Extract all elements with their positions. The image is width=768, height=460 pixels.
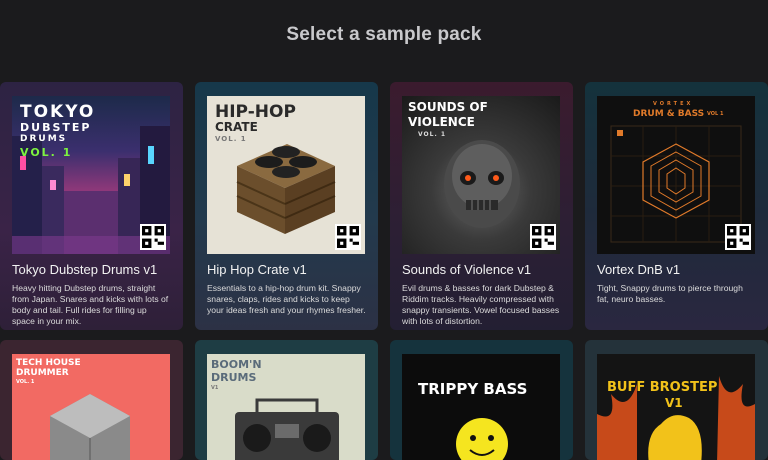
cover-art-boomn-drums: BOOM'N DRUMS V1 xyxy=(207,354,365,460)
smiley-face-illustration xyxy=(456,418,508,460)
cover-line: DRUMS xyxy=(20,134,68,144)
geometric-cube-illustration xyxy=(50,394,130,460)
cover-art-vortex-dnb: VORTEX DRUM & BASS VOL 1 xyxy=(597,96,755,254)
cover-art-tokyo: TOKYO DUBSTEP DRUMS VOL. 1 xyxy=(12,96,170,254)
cover-art-buff-brostep: BUFF BROSTEP V1 xyxy=(597,354,755,460)
cover-line: V1 xyxy=(665,396,683,410)
sample-pack-card-tech-house-drummer[interactable]: TECH HOUSE DRUMMER VOL. 1 xyxy=(0,340,183,460)
cover-art-hip-hop-crate: HIP-HOP CRATE VOL. 1 xyxy=(207,96,365,254)
cover-line: VOL. 1 xyxy=(20,146,73,159)
cover-art-tech-house-drummer: TECH HOUSE DRUMMER VOL. 1 xyxy=(12,354,170,460)
sample-pack-card-hip-hop-crate[interactable]: HIP-HOP CRATE VOL. 1 Hip Hop Crate v1 Es… xyxy=(195,82,378,330)
sample-pack-card-trippy-bass[interactable]: TRIPPY BASS xyxy=(390,340,573,460)
pack-title: Sounds of Violence v1 xyxy=(402,262,532,277)
boombox-illustration xyxy=(235,398,339,460)
pack-title: Tokyo Dubstep Drums v1 xyxy=(12,262,158,277)
pack-description: Evil drums & basses for dark Dubstep & R… xyxy=(402,283,560,326)
cover-line: DUBSTEP xyxy=(20,121,92,134)
qr-code-icon xyxy=(725,224,751,250)
pack-description: Heavy hitting Dubstep drums, straight fr… xyxy=(12,283,169,326)
sample-pack-card-tokyo[interactable]: TOKYO DUBSTEP DRUMS VOL. 1 Tokyo Dubstep… xyxy=(0,82,183,330)
pack-title: Vortex DnB v1 xyxy=(597,262,681,277)
cover-art-sounds-of-violence: SOUNDS OF VIOLENCE VOL. 1 xyxy=(402,96,560,254)
cover-line: TOKYO xyxy=(20,102,96,122)
pack-description: Tight, Snappy drums to pierce through fa… xyxy=(597,283,743,304)
pack-description: Essentials to a hip-hop drum kit. Snappy… xyxy=(207,283,366,315)
qr-code-icon xyxy=(530,224,556,250)
cover-line: BUFF BROSTEP xyxy=(607,380,718,395)
cover-art-trippy-bass: TRIPPY BASS xyxy=(402,354,560,460)
pack-title: Hip Hop Crate v1 xyxy=(207,262,307,277)
sample-pack-card-sounds-of-violence[interactable]: SOUNDS OF VIOLENCE VOL. 1 Sounds of Viol… xyxy=(390,82,573,330)
qr-code-icon xyxy=(335,224,361,250)
sample-pack-card-vortex-dnb[interactable]: VORTEX DRUM & BASS VOL 1 Vortex DnB v1 T… xyxy=(585,82,768,330)
qr-code-icon xyxy=(140,224,166,250)
sample-pack-card-boomn-drums[interactable]: BOOM'N DRUMS V1 xyxy=(195,340,378,460)
sample-pack-card-buff-brostep[interactable]: BUFF BROSTEP V1 xyxy=(585,340,768,460)
page-title: Select a sample pack xyxy=(286,24,482,45)
